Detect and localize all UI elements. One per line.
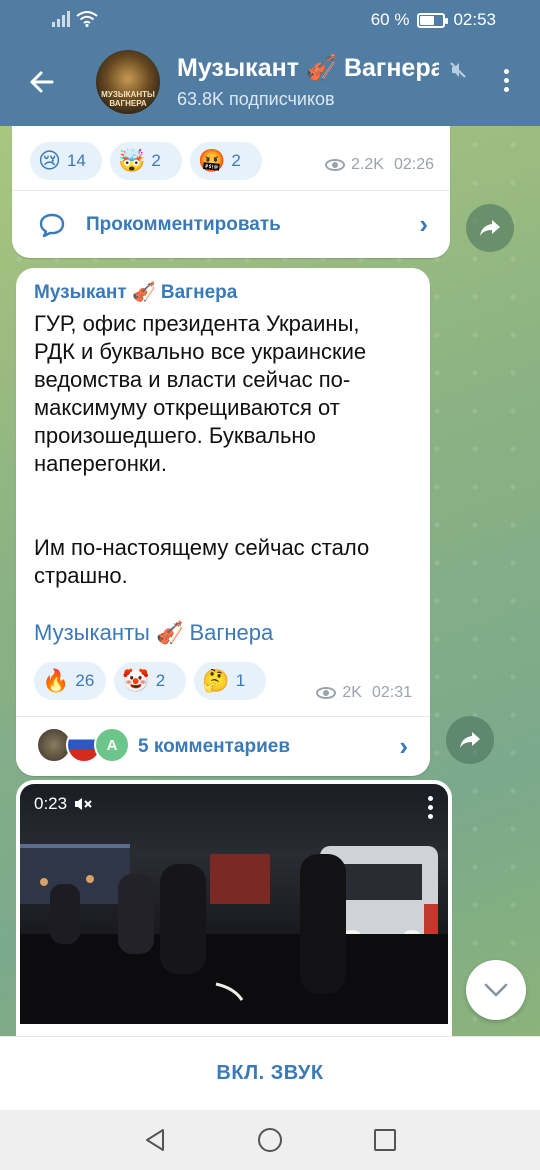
video-frame <box>20 844 448 1024</box>
scroll-down-button[interactable] <box>466 960 526 1020</box>
reaction-chip[interactable]: 🤔 1 <box>194 662 267 700</box>
muted-speaker-icon[interactable] <box>73 796 93 812</box>
channel-avatar[interactable]: МУЗЫКАНТЫ ВАГНЕРА <box>96 50 160 114</box>
channel-title[interactable]: Музыкант 🎻 Вагнера <box>177 54 439 83</box>
comment-bubble-icon <box>39 213 65 237</box>
subscriber-count: 63.8K подписчиков <box>177 89 335 109</box>
video-player[interactable]: 0:23 <box>20 784 448 1024</box>
nav-recents-icon[interactable] <box>374 1129 396 1151</box>
message-time: 02:26 <box>393 156 434 173</box>
commenter-avatar: A <box>94 727 130 763</box>
share-button[interactable] <box>446 716 494 764</box>
video-timer: 0:23 <box>34 794 93 814</box>
signal-wifi-icons <box>52 11 98 27</box>
more-menu-icon[interactable] <box>496 66 516 102</box>
views-icon <box>316 687 337 699</box>
reaction-chip[interactable]: 🔥 26 <box>34 662 107 700</box>
nav-back-icon[interactable] <box>144 1128 166 1152</box>
view-count: 2K <box>342 684 362 701</box>
back-arrow-icon[interactable] <box>24 64 60 100</box>
view-count: 2.2K <box>351 156 384 173</box>
battery-icon <box>417 12 449 28</box>
comments-count-label: 5 комментариев <box>138 735 291 757</box>
message-bubble-1: 😢 14 🤯 2 🤬 2 2.2K 02:26 Прокомментировать › <box>12 126 450 258</box>
video-menu-icon[interactable] <box>428 796 436 823</box>
share-arrow-icon <box>460 732 480 748</box>
signal-icon <box>52 11 70 27</box>
comment-label: Прокомментировать <box>86 213 281 235</box>
comment-button[interactable]: Прокомментировать › <box>12 190 450 258</box>
clock: 02:53 <box>453 10 496 29</box>
chevron-right-icon: › <box>419 209 428 239</box>
message-signature[interactable]: Музыканты 🎻 Вагнера <box>34 620 273 646</box>
chat-area[interactable]: 😢 14 🤯 2 🤬 2 2.2K 02:26 Прокомментировать ›… <box>0 126 540 1036</box>
message-meta: 2.2K 02:26 <box>325 156 434 174</box>
message-bubble-2: Музыкант 🎻 Вагнера ГУР, офис президента … <box>16 268 430 776</box>
share-arrow-icon <box>480 220 500 236</box>
unmute-bar[interactable]: ВКЛ. ЗВУК <box>0 1036 540 1110</box>
reaction-chip[interactable]: 🤡 2 <box>114 662 187 700</box>
status-bar: 60 % 02:53 <box>0 0 540 40</box>
views-icon <box>325 159 346 171</box>
comments-button[interactable]: A 5 комментариев › <box>16 716 430 776</box>
chevron-down-icon <box>484 983 508 997</box>
muted-icon <box>450 62 466 78</box>
message-text: ГУР, офис президента Украины, РДК и букв… <box>34 311 370 588</box>
chevron-right-icon: › <box>399 731 408 761</box>
reaction-chip[interactable]: 🤬 2 <box>190 142 262 180</box>
reaction-chip[interactable]: 🤯 2 <box>110 142 182 180</box>
nav-home-icon[interactable] <box>258 1128 282 1152</box>
chat-header: МУЗЫКАНТЫ ВАГНЕРА Музыкант 🎻 Вагнера 63.… <box>0 40 540 126</box>
reaction-chip[interactable]: 😢 14 <box>30 142 102 180</box>
message-time: 02:31 <box>371 684 412 701</box>
system-nav-bar <box>0 1110 540 1170</box>
message-author[interactable]: Музыкант 🎻 Вагнера <box>34 280 237 304</box>
wifi-icon <box>76 11 98 27</box>
battery-percent: 60 % <box>370 10 410 29</box>
message-meta: 2K 02:31 <box>316 684 412 702</box>
share-button[interactable] <box>466 204 514 252</box>
unmute-label: ВКЛ. ЗВУК <box>216 1062 324 1084</box>
